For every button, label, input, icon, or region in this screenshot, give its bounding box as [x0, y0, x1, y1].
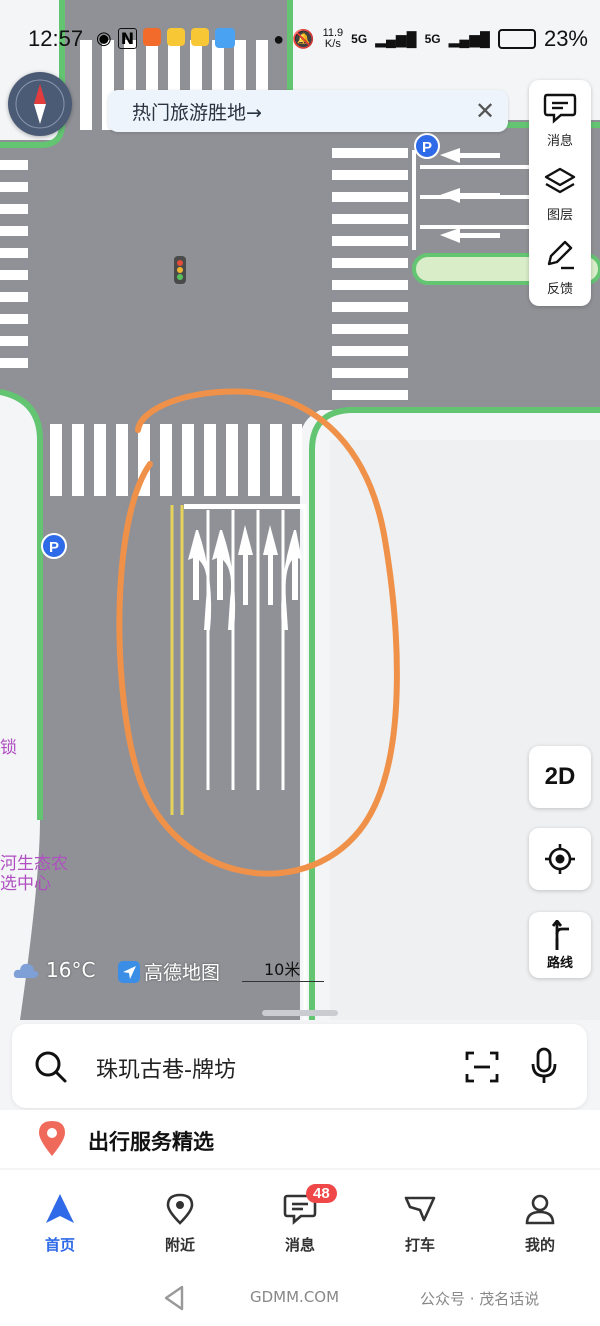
- parking-marker-left[interactable]: P: [41, 533, 67, 559]
- svg-text:P: P: [422, 139, 432, 156]
- status-time: 12:57: [28, 26, 84, 51]
- taxi-icon: [404, 1196, 436, 1222]
- system-nav-bar: GDMM.COM 公众号 · 茂名话说: [0, 1270, 600, 1326]
- pencil-icon: [547, 240, 574, 270]
- status-right: ● 🔕 11.9 K/s 5G ▂▄▆█ 5G ▂▄▆█ 23%: [273, 26, 588, 52]
- bottom-tab-bar: 首页 附近 48 消息 打车 我的: [0, 1170, 600, 1270]
- signal-5g-2: 5G: [424, 32, 441, 46]
- svg-text:P: P: [49, 539, 59, 556]
- tab-messages[interactable]: 48 消息: [240, 1184, 360, 1255]
- battery-icon: [497, 29, 536, 49]
- route-button[interactable]: 路线: [529, 912, 591, 978]
- pin-icon: [166, 1193, 194, 1225]
- travel-services-row[interactable]: 出行服务精选: [0, 1110, 600, 1168]
- poi-label-left-top[interactable]: 锁: [0, 738, 17, 758]
- banner-text: 热门旅游胜地→: [132, 101, 262, 124]
- layers-icon: [544, 167, 576, 194]
- arrow-nav-icon: [46, 1194, 74, 1223]
- message-button[interactable]: 消息: [529, 92, 591, 149]
- signal-bars-icon: ▂▄▆█: [448, 30, 490, 47]
- weather-widget: 16°C: [12, 958, 95, 982]
- traffic-light-icon: [174, 256, 186, 284]
- cloud-icon: [13, 963, 39, 978]
- locate-button[interactable]: [529, 828, 591, 890]
- tab-home[interactable]: 首页: [0, 1192, 120, 1255]
- map-canvas[interactable]: P P: [0, 0, 600, 1020]
- meituan-icon: [191, 28, 210, 46]
- layers-button[interactable]: 图层: [529, 166, 591, 223]
- amap-logo-icon: [118, 960, 140, 983]
- search-bar[interactable]: 珠玑古巷-牌坊: [12, 1024, 587, 1108]
- close-icon[interactable]: ✕: [470, 96, 500, 126]
- compass-icon: [15, 79, 65, 129]
- back-icon[interactable]: [162, 1284, 186, 1312]
- brand-logo: 高德地图: [118, 958, 220, 985]
- poi-label-left-bottom[interactable]: 河生态农 选中心: [0, 854, 68, 894]
- battery-percent: 23%: [543, 26, 588, 51]
- nfc-icon: N: [117, 28, 138, 49]
- net-speed: 11.9 K/s: [322, 27, 344, 50]
- promo-banner[interactable]: 热门旅游胜地→ ✕: [108, 90, 508, 132]
- signal-bars-icon: ▂▄▆█: [375, 30, 417, 47]
- mute-icon: 🔕: [292, 28, 315, 49]
- scan-icon[interactable]: [464, 1050, 500, 1084]
- signal-5g-1: 5G: [351, 32, 368, 46]
- parking-marker-right[interactable]: P: [414, 133, 440, 159]
- watermark-left: GDMM.COM: [250, 1288, 340, 1306]
- user-icon: [525, 1194, 555, 1225]
- meituan-icon: [167, 28, 186, 46]
- search-icon: [35, 1051, 67, 1083]
- message-icon: [543, 93, 577, 124]
- tab-nearby[interactable]: 附近: [120, 1192, 240, 1255]
- watermark-right: 公众号 · 茂名话说: [420, 1290, 540, 1308]
- eye-icon: ◉: [96, 28, 112, 49]
- view-mode-button[interactable]: 2D: [529, 746, 591, 808]
- message-badge: 48: [306, 1184, 337, 1203]
- tab-taxi[interactable]: 打车: [360, 1192, 480, 1255]
- right-tool-panel: 消息 图层 反馈: [529, 80, 591, 306]
- taobao-icon: [143, 28, 162, 46]
- weather-temp: 16°C: [46, 958, 96, 982]
- search-input[interactable]: 珠玑古巷-牌坊: [96, 1052, 236, 1084]
- feedback-button[interactable]: 反馈: [529, 240, 591, 297]
- location-pin-icon: [39, 1121, 65, 1156]
- status-app-icons: ◉ N: [96, 28, 236, 49]
- compass-button[interactable]: [8, 72, 72, 136]
- microphone-icon[interactable]: [528, 1046, 560, 1086]
- route-icon: [551, 919, 569, 950]
- service-title: 出行服务精选: [88, 1130, 214, 1154]
- tab-profile[interactable]: 我的: [480, 1192, 600, 1255]
- status-bar: 12:57 ◉ N ● 🔕 11.9 K/s 5G ▂▄▆█ 5G ▂▄▆█ 23…: [0, 0, 600, 70]
- crosshair-icon: [545, 844, 575, 874]
- location-icon: ●: [273, 28, 285, 49]
- map-scale: 10米: [242, 956, 324, 984]
- app-icon: [215, 28, 236, 48]
- sheet-drag-handle[interactable]: [262, 1010, 338, 1016]
